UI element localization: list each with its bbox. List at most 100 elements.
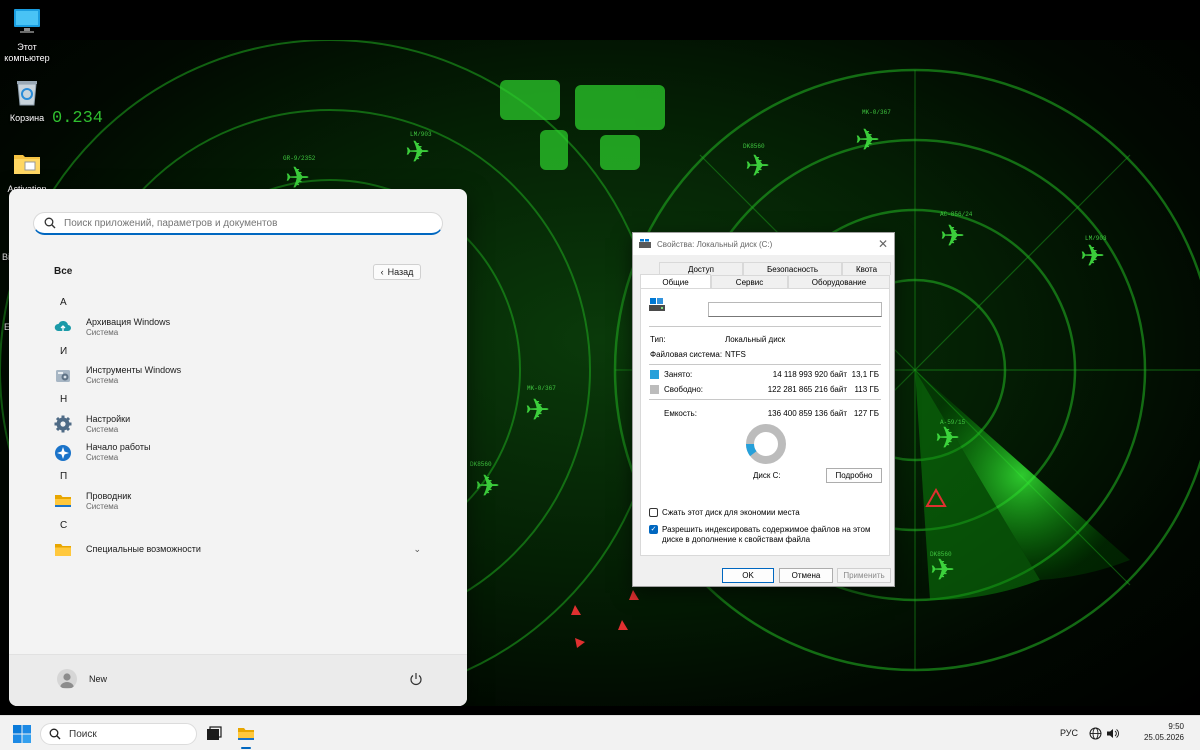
drive-properties-dialog: Свойства: Локальный диск (C:) ✕ Доступ Б… <box>632 232 895 587</box>
clock-date: 25.05.2026 <box>1143 733 1184 742</box>
ok-button[interactable]: OK <box>722 568 774 583</box>
divider <box>649 364 881 365</box>
taskbar-file-explorer[interactable] <box>236 724 256 744</box>
dialog-title: Свойства: Локальный диск (C:) <box>657 239 773 249</box>
folder-icon <box>14 155 40 174</box>
chevron-left-icon: ‹ <box>380 267 384 277</box>
user-name: New <box>89 674 108 684</box>
app-name: Проводник <box>86 490 132 501</box>
flight-code: GR-9/2352 <box>283 155 316 162</box>
monitor-icon <box>14 9 40 33</box>
details-button[interactable]: Подробно <box>826 468 882 483</box>
letter-header[interactable]: Н <box>9 390 467 410</box>
app-settings[interactable]: Настройки Система <box>9 410 467 439</box>
capacity-bytes: 136 400 859 136 байт <box>767 409 847 418</box>
system-clock[interactable]: 9:50 25.05.2026 <box>1122 721 1184 743</box>
app-get-started[interactable]: Начало работы Система <box>9 439 467 468</box>
tab-quota[interactable]: Квота <box>842 262 891 275</box>
letter-header[interactable]: П <box>9 467 467 487</box>
svg-text:✈: ✈ <box>940 219 965 254</box>
windows-tools-icon <box>56 369 70 382</box>
fs-label: Файловая система: <box>650 350 723 359</box>
back-button[interactable]: ‹ Назад <box>373 264 421 280</box>
flight-code: MK-0/367 <box>862 109 891 116</box>
windows-start-icon[interactable] <box>12 724 32 744</box>
file-explorer-icon <box>238 728 254 740</box>
drive-name-input[interactable] <box>708 302 882 317</box>
app-windows-tools[interactable]: Инструменты Windows Система <box>9 362 467 391</box>
svg-text:✈: ✈ <box>405 135 430 170</box>
svg-text:✈: ✈ <box>745 149 770 184</box>
apply-button[interactable]: Применить <box>837 568 891 583</box>
flight-code: DK8560 <box>470 461 492 468</box>
folder-icon <box>55 543 71 556</box>
index-checkbox[interactable]: ✓ <box>649 525 658 534</box>
svg-text:✈: ✈ <box>935 421 960 456</box>
clock-time: 9:50 <box>1168 722 1184 731</box>
tab-security[interactable]: Безопасность <box>743 262 842 275</box>
recycle-bin-icon <box>17 81 37 106</box>
free-bytes: 122 281 865 216 байт <box>767 385 847 394</box>
used-space-swatch <box>650 370 659 379</box>
free-space-swatch <box>650 385 659 394</box>
all-apps-title: Все <box>54 266 73 277</box>
index-label-line1: Разрешить индексировать содержимое файло… <box>662 525 871 534</box>
app-name: Настройки <box>86 413 131 424</box>
app-file-explorer[interactable]: Проводник Система <box>9 487 467 516</box>
power-icon[interactable] <box>409 672 423 686</box>
start-menu-footer: New <box>9 654 467 706</box>
desktop-icon-label: Этот компьютер <box>4 42 50 63</box>
svg-text:✈: ✈ <box>855 123 880 158</box>
app-subtitle: Система <box>86 453 119 463</box>
index-label-line2: диске в дополнение к свойствам файла <box>662 535 811 544</box>
tab-general[interactable]: Общие <box>640 274 711 289</box>
app-accessibility-folder[interactable]: Специальные возможности ⌄ <box>9 536 467 565</box>
app-subtitle: Система <box>86 424 119 434</box>
close-icon[interactable]: ✕ <box>878 237 888 251</box>
user-account-button[interactable]: New <box>57 669 107 689</box>
flight-code: DK8560 <box>930 551 952 558</box>
tab-tools[interactable]: Сервис <box>711 275 788 288</box>
get-started-icon <box>55 444 71 461</box>
volume-icon[interactable] <box>1106 727 1119 740</box>
cancel-button[interactable]: Отмена <box>779 568 833 583</box>
chevron-down-icon[interactable]: ⌄ <box>413 544 421 555</box>
disk-usage-donut <box>746 424 786 464</box>
letter-header[interactable]: С <box>9 516 467 536</box>
compress-checkbox[interactable] <box>649 508 658 517</box>
drive-icon <box>649 298 665 311</box>
task-view-button[interactable] <box>204 724 224 744</box>
desktop-icon-recycle-bin[interactable]: Корзина <box>0 77 57 124</box>
desktop-icon-this-pc[interactable]: Этот компьютер <box>0 6 57 64</box>
divider <box>649 399 881 400</box>
app-backup[interactable]: Архивация Windows Система <box>9 313 467 342</box>
flight-code: LM/903 <box>1085 235 1107 242</box>
type-value: Локальный диск <box>725 335 786 344</box>
app-name: Специальные возможности <box>86 544 201 555</box>
taskbar: Поиск РУС 9:50 25.05.2026 <box>0 715 1200 750</box>
start-search-box[interactable] <box>33 212 443 235</box>
svg-text:✈: ✈ <box>525 393 550 428</box>
desktop-icon-activation[interactable]: Activation <box>0 148 57 195</box>
app-name: Инструменты Windows <box>86 365 182 376</box>
general-tab-panel: Тип: Локальный диск Файловая система: NT… <box>640 288 890 556</box>
svg-text:✈: ✈ <box>475 469 500 504</box>
flight-code: AC-856/24 <box>940 211 973 218</box>
language-indicator[interactable]: РУС <box>1060 728 1078 738</box>
start-search-input[interactable] <box>64 217 424 229</box>
taskbar-search[interactable]: Поиск <box>40 723 197 745</box>
drive-icon <box>639 239 651 248</box>
flight-code: A-59/15 <box>940 419 966 426</box>
network-globe-icon[interactable] <box>1089 727 1102 740</box>
used-bytes: 14 118 993 920 байт <box>772 370 847 379</box>
dialog-title-bar[interactable]: Свойства: Локальный диск (C:) <box>633 233 894 255</box>
divider <box>649 326 881 327</box>
type-label: Тип: <box>650 335 666 344</box>
letter-header[interactable]: И <box>9 342 467 362</box>
capacity-label: Емкость: <box>664 409 697 418</box>
tab-hardware[interactable]: Оборудование <box>788 275 890 288</box>
disk-label: Диск C: <box>753 471 781 480</box>
app-subtitle: Система <box>86 501 119 511</box>
task-view-icon <box>207 726 222 740</box>
letter-header[interactable]: А <box>9 293 467 313</box>
